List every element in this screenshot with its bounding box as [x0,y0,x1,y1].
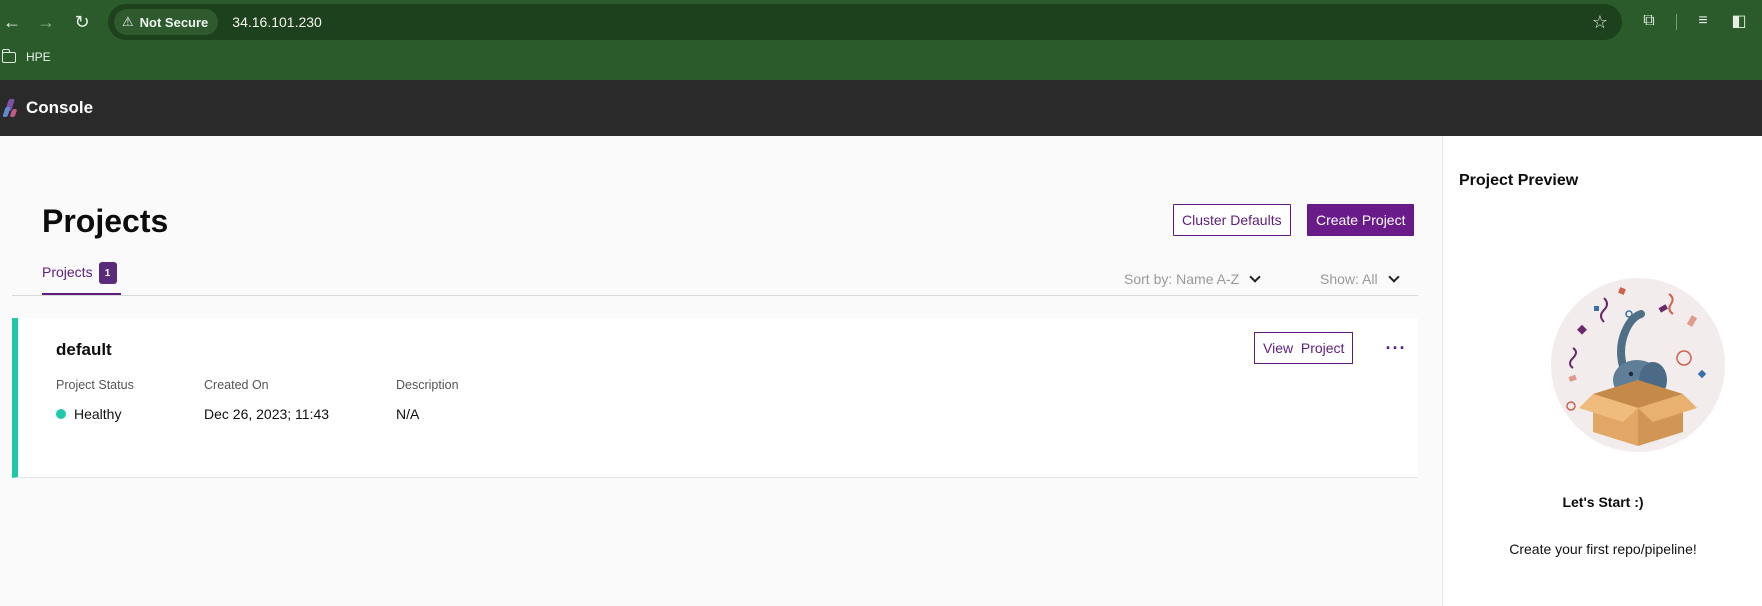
forward-icon[interactable]: → [34,10,58,34]
console-logo-icon [2,97,18,119]
security-indicator[interactable]: ⚠ Not Secure [114,9,219,35]
bookmark-folder-hpe[interactable]: HPE [1,48,51,64]
preview-title: Project Preview [1459,172,1579,189]
more-options-icon[interactable]: ··· [1382,334,1410,362]
toolbar-divider [1676,14,1677,30]
project-name: default [56,340,112,359]
main-content: Projects Cluster Defaults Create Project… [0,136,1442,606]
warning-icon: ⚠ [122,14,134,29]
sort-dropdown[interactable]: Sort by: Name A-Z [1124,271,1261,287]
browser-toolbar: ← → ↻ ⚠ Not Secure 34.16.101.230 ☆ ⧉ ≡ ◧… [0,0,1762,80]
side-panel-icon[interactable]: ◧ [1728,10,1750,32]
preview-text: Create your first repo/pipeline! [1509,541,1697,557]
page-title: Projects [42,203,169,239]
status-value: Healthy [56,406,121,422]
cluster-defaults-button[interactable]: Cluster Defaults [1173,204,1291,236]
tabs-divider [12,295,1418,296]
create-project-button[interactable]: Create Project [1307,204,1415,236]
address-bar[interactable]: ⚠ Not Secure 34.16.101.230 ☆ [108,4,1622,40]
app-header: Console [0,80,1762,136]
description-value: N/A [396,406,420,422]
project-card[interactable]: default View Project ··· Project Status … [12,318,1418,478]
chevron-down-icon [1387,271,1400,283]
bookmark-star-icon[interactable]: ☆ [1592,12,1608,33]
status-header: Project Status [56,378,134,392]
tab-projects[interactable]: Projects 1 [42,262,117,296]
tab-label: Projects [42,264,93,280]
url-text[interactable]: 34.16.101.230 [232,14,322,30]
created-value: Dec 26, 2023; 11:43 [204,406,330,422]
extensions-icon[interactable]: ⧉ [1638,10,1660,32]
elephant-box-illustration [1551,278,1725,452]
back-icon[interactable]: ← [0,10,24,34]
count-badge: 1 [98,262,117,284]
reading-list-icon[interactable]: ≡ [1692,10,1714,32]
show-dropdown[interactable]: Show: All [1320,271,1400,287]
preview-heading: Let's Start :) [1562,494,1644,510]
reload-icon[interactable]: ↻ [70,10,94,34]
view-project-button[interactable]: View Project [1254,332,1354,364]
status-dot-icon [56,409,66,419]
created-header: Created On [204,378,269,392]
folder-icon [1,48,16,63]
app-title[interactable]: Console [26,98,93,118]
description-header: Description [396,378,459,392]
project-preview-panel: Project Preview Let's Start :) Create yo… [1442,136,1762,606]
chevron-down-icon [1249,271,1261,283]
